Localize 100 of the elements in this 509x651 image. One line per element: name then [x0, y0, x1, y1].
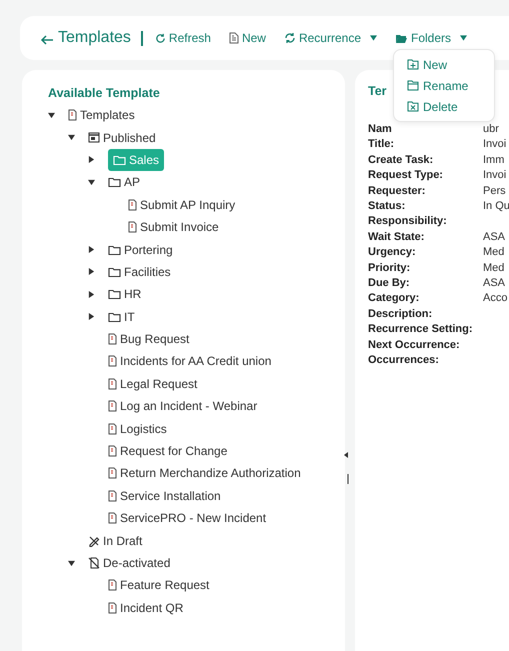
folder-icon	[113, 154, 126, 165]
folder-item[interactable]: Published	[88, 128, 160, 148]
add-menu-item[interactable]: New	[394, 54, 494, 75]
folders-button[interactable]: Folders	[395, 31, 468, 45]
field-label: Status:	[368, 199, 406, 214]
folder-icon	[108, 312, 121, 322]
document-icon	[108, 512, 117, 524]
field-label: Occurrences:	[368, 353, 439, 368]
document-icon	[68, 109, 77, 122]
template-item[interactable]: Submit AP Inquiry	[128, 194, 240, 215]
caret-icon[interactable]	[48, 112, 55, 119]
field-value: Pers	[483, 184, 507, 199]
panel-title: Ter	[368, 84, 387, 98]
recurrence-button[interactable]: Recurrence	[284, 31, 377, 45]
field-label: Due By:	[368, 276, 410, 292]
back-arrow-icon[interactable]	[40, 35, 54, 45]
caret-icon[interactable]	[88, 268, 95, 276]
folder-icon	[108, 244, 121, 255]
refresh-button[interactable]: Refresh	[154, 31, 211, 45]
new-button[interactable]: New	[228, 31, 266, 45]
field-value: Invoi	[483, 137, 508, 152]
field-value: Invoi	[483, 168, 508, 184]
template-item[interactable]: ServicePRO - New Incident	[108, 508, 270, 528]
folder-icon	[407, 80, 419, 91]
document-icon	[108, 400, 117, 412]
rename-menu-item[interactable]: Rename	[394, 75, 494, 96]
folder-item[interactable]: AP	[108, 172, 144, 192]
field-label: Category:	[368, 291, 420, 306]
document-icon	[108, 490, 117, 502]
folder-item[interactable]: Templates	[68, 105, 139, 126]
template-item[interactable]: Bug Request	[108, 329, 194, 350]
field-value: ubr	[483, 122, 500, 137]
template-item[interactable]: Feature Request	[108, 575, 214, 596]
field-value: Imm	[483, 152, 506, 168]
folder-item[interactable]: HR	[108, 284, 146, 304]
field-label: Wait State:	[368, 230, 424, 245]
field-label: Title:	[368, 137, 394, 152]
caret-icon[interactable]	[88, 156, 95, 164]
document-icon	[108, 602, 117, 614]
field-value: In Qu	[483, 199, 509, 214]
field-label: Urgency:	[368, 245, 416, 260]
folder-item[interactable]: In Draft	[88, 530, 146, 551]
folder-item[interactable]: Facilities	[108, 262, 175, 282]
page-title: Templates	[58, 29, 131, 47]
template-item[interactable]: Incidents for AA Credit union	[108, 351, 276, 372]
field-value: Acco	[483, 291, 508, 306]
document-icon	[108, 355, 117, 368]
folder-icon	[108, 266, 121, 277]
field-value: Med	[483, 245, 506, 260]
folder-icon	[395, 32, 408, 44]
document-crossed-icon	[88, 557, 100, 569]
template-item[interactable]: Logistics	[108, 418, 171, 439]
pencil-crossed-icon	[88, 534, 100, 547]
template-item[interactable]: Submit Invoice	[128, 217, 223, 238]
field-label: Priority:	[368, 260, 410, 276]
cycle-arrows-icon	[284, 32, 296, 44]
field-label: Requester:	[368, 184, 426, 199]
field-label: Responsibility:	[368, 214, 447, 230]
document-icon	[108, 445, 117, 458]
caret-icon[interactable]	[68, 134, 75, 142]
folder-item[interactable]: IT	[108, 306, 139, 327]
field-label: Request Type:	[368, 168, 443, 184]
document-icon	[228, 32, 239, 44]
field-label: Create Task:	[368, 152, 434, 168]
field-value: Med	[483, 260, 506, 276]
caret-icon	[460, 35, 468, 41]
template-item[interactable]: Return Merchandize Authorization	[108, 463, 305, 484]
folder-x-icon	[407, 101, 419, 112]
caret-icon[interactable]	[88, 290, 95, 298]
document-icon	[108, 579, 117, 592]
document-icon	[108, 422, 117, 435]
caret-icon[interactable]	[88, 178, 95, 186]
template-item[interactable]: Service Installation	[108, 486, 225, 506]
field-label: Recurrence Setting:	[368, 322, 473, 338]
document-icon	[108, 467, 117, 480]
caret-icon[interactable]	[68, 560, 75, 566]
field-value: ASA	[483, 230, 506, 245]
delete-menu-item[interactable]: Delete	[394, 96, 494, 117]
window-icon	[88, 132, 100, 144]
folder-plus-icon	[407, 59, 419, 70]
field-value: ASA	[483, 276, 506, 292]
template-item[interactable]: Request for Change	[108, 441, 232, 462]
caret-icon[interactable]	[88, 246, 95, 254]
field-label: Description:	[368, 306, 432, 322]
template-item[interactable]: Incident QR	[108, 598, 188, 618]
panel-title: Available Template	[48, 86, 161, 100]
folder-item[interactable]: De-activated	[88, 553, 174, 573]
refresh-icon	[154, 32, 166, 44]
folder-item[interactable]: Portering	[108, 240, 177, 260]
caret-icon	[370, 35, 377, 41]
document-icon	[128, 221, 137, 234]
field-label: Next Occurrence:	[368, 338, 460, 353]
caret-icon[interactable]	[88, 313, 95, 320]
document-icon	[108, 333, 117, 346]
document-icon	[128, 198, 137, 211]
folder-icon	[108, 289, 121, 300]
template-item[interactable]: Log an Incident - Webinar	[108, 396, 262, 416]
document-icon	[108, 378, 117, 390]
splitter-handle-icon[interactable]	[344, 451, 350, 485]
template-item[interactable]: Legal Request	[108, 374, 202, 394]
